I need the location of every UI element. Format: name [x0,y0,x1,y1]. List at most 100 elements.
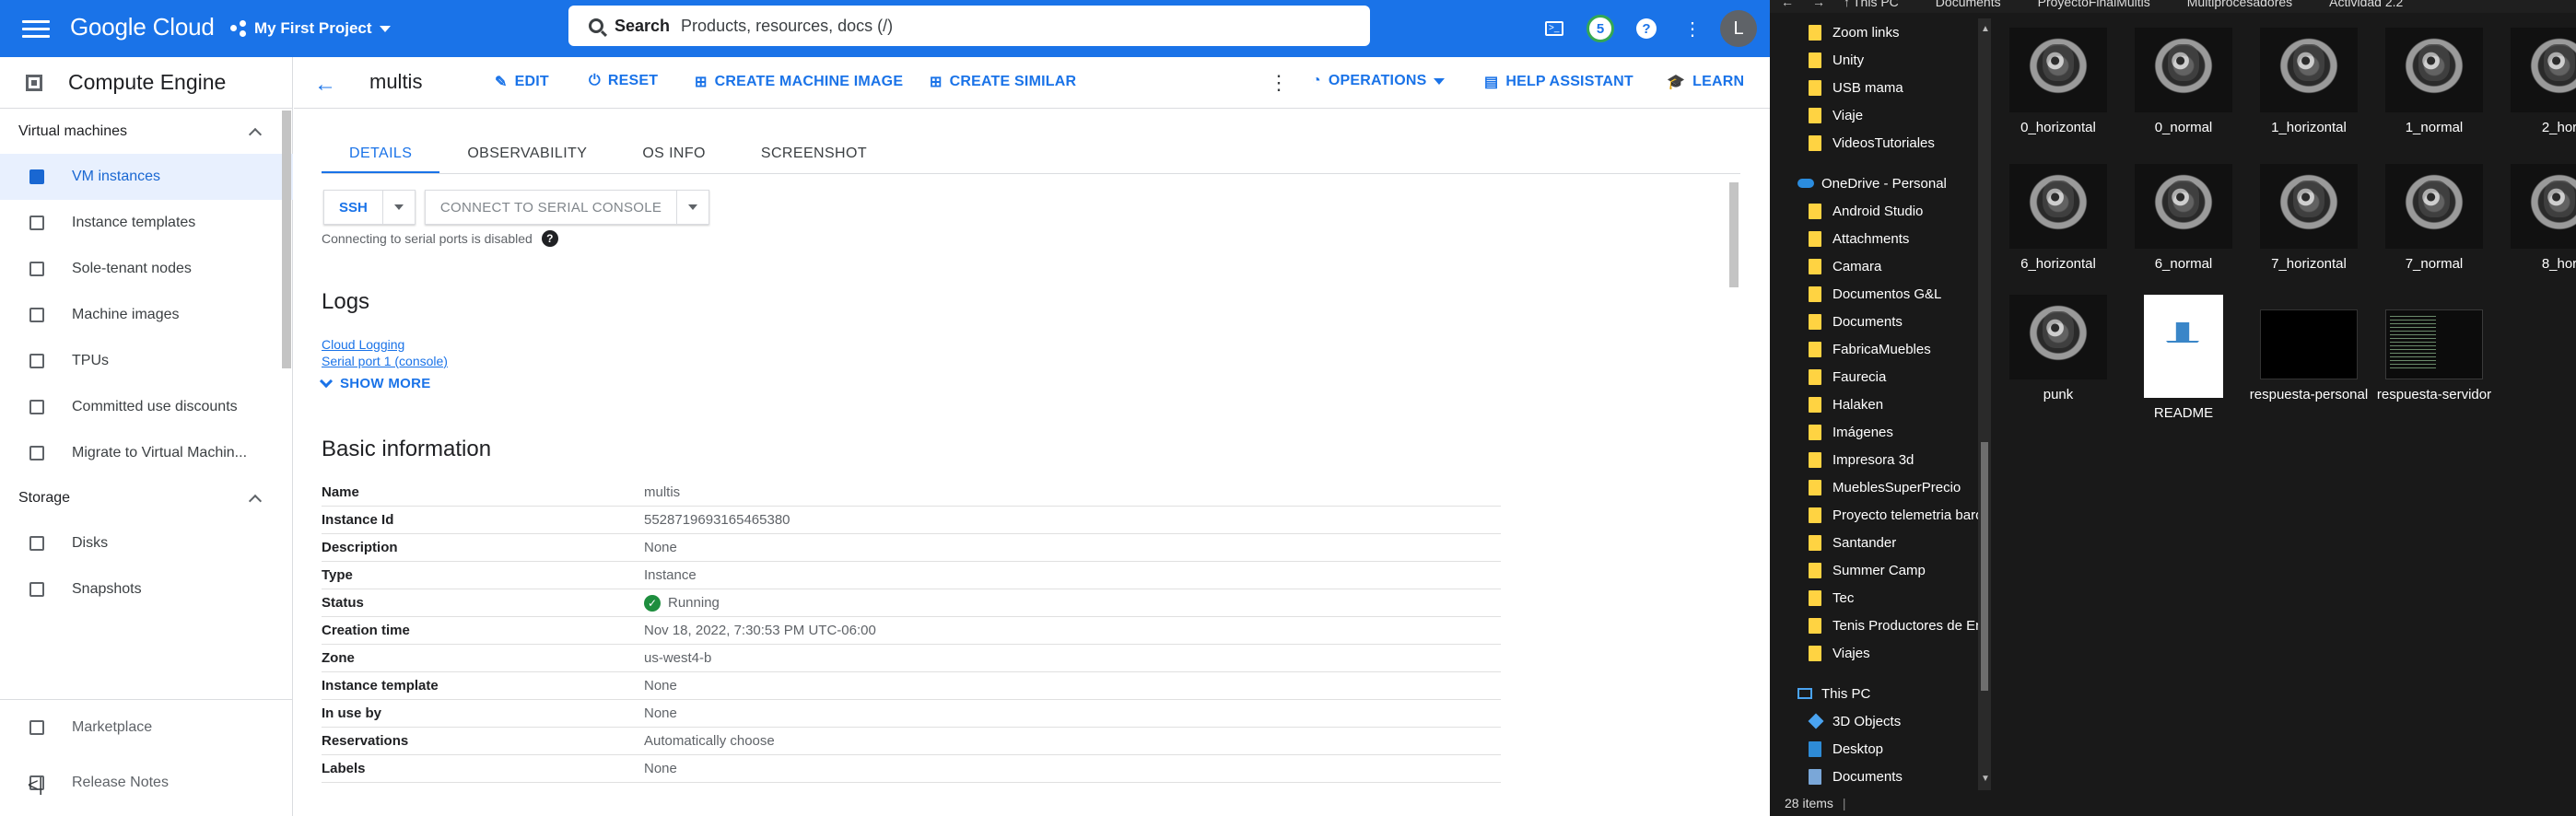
tab-details[interactable]: DETAILS [322,134,440,174]
sidebar-item-instance-templates[interactable]: Instance templates [0,200,293,246]
tab-os-info[interactable]: OS INFO [615,134,733,173]
file-item[interactable]: 1_horizontal [2249,28,2369,136]
nav-item[interactable]: Camara [1770,252,1991,280]
nav-item[interactable]: Documentos G&L [1770,280,1991,308]
sidebar-section-virtual-machines[interactable]: Virtual machines [0,110,293,154]
show-more-button[interactable]: SHOW MORE [319,374,431,391]
file-item[interactable]: 8_hor [2500,164,2576,273]
tab-observability[interactable]: OBSERVABILITY [439,134,615,173]
cloud-logging-link[interactable]: Cloud Logging [322,337,404,352]
help-icon[interactable]: ? [541,230,558,247]
nav-item[interactable]: OneDrive - Personal [1770,169,1991,197]
forward-arrow-icon[interactable]: → [1812,0,1825,9]
breadcrumb-item[interactable]: Documents [1936,0,2001,9]
sidebar-item-machine-images[interactable]: Machine images [0,292,293,338]
sidebar-item-snapshots[interactable]: Snapshots [0,566,293,612]
nav-item[interactable]: Documents [1770,763,1991,790]
nav-item[interactable]: FabricaMuebles [1770,335,1991,363]
serial-console-dropdown[interactable] [677,204,708,210]
collapse-sidebar-icon[interactable]: <| [28,775,43,797]
create-similar-button[interactable]: ⊞ CREATE SIMILAR [930,73,1076,91]
scroll-up-icon[interactable]: ▲ [1981,24,1990,34]
sidebar-item-vm-instances[interactable]: VM instances [0,154,293,200]
file-item[interactable]: respuesta-servidor [2374,295,2494,403]
nav-item[interactable]: This PC [1770,680,1991,707]
sidebar-item-migrate[interactable]: Migrate to Virtual Machin... [0,430,293,476]
file-item[interactable]: 7_horizontal [2249,164,2369,273]
nav-item[interactable]: 3D Objects [1770,707,1991,735]
create-machine-image-button[interactable]: ⊞ CREATE MACHINE IMAGE [695,73,903,91]
help-button[interactable]: ? [1630,12,1663,45]
tab-screenshot[interactable]: SCREENSHOT [733,134,895,173]
nav-item[interactable]: Summer Camp [1770,556,1991,584]
main-scrollbar[interactable] [1729,182,1739,287]
nav-item[interactable]: Viajes [1770,639,1991,667]
reset-button[interactable]: ⏻ RESET [589,73,658,89]
back-arrow-icon[interactable]: ← [1781,0,1794,9]
breadcrumb-item[interactable]: This PC [1853,0,1899,9]
file-item[interactable]: 6_normal [2124,164,2243,273]
operations-button[interactable]: ◔ OPERATIONS [1312,73,1446,89]
file-item[interactable]: 6_horizontal [1998,164,2118,273]
nav-item[interactable]: Zoom links [1770,18,1991,46]
file-item[interactable]: README [2124,295,2243,422]
breadcrumb-item[interactable]: ProyectoFinalMultis [2038,0,2150,9]
nav-item[interactable]: Imágenes [1770,418,1991,446]
nav-item[interactable]: Viaje [1770,101,1991,129]
file-item[interactable]: respuesta-personal [2249,295,2369,403]
search-input[interactable]: Search Products, resources, docs (/) [568,6,1370,46]
cloud-shell-icon[interactable]: >_ [1538,12,1571,45]
ssh-label[interactable]: SSH [324,191,383,224]
file-item[interactable]: punk [1998,295,2118,403]
sidebar-section-storage[interactable]: Storage [0,476,293,520]
nav-item[interactable]: VideosTutoriales [1770,129,1991,157]
up-arrow-icon[interactable]: ↑ [1844,0,1850,9]
nav-item[interactable]: Santander [1770,529,1991,556]
serial-console-label[interactable]: CONNECT TO SERIAL CONSOLE [426,191,678,224]
menu-icon[interactable] [22,16,50,41]
nav-item[interactable]: Proyecto telemetria baro [1770,501,1991,529]
nav-item[interactable]: Attachments [1770,225,1991,252]
sidebar-item-marketplace[interactable]: Marketplace [0,700,293,755]
nav-item[interactable]: USB mama [1770,74,1991,101]
file-item[interactable]: 2_hor [2500,28,2576,136]
file-item[interactable]: 1_normal [2374,28,2494,136]
sidebar-item-disks[interactable]: Disks [0,520,293,566]
ssh-dropdown[interactable] [383,204,415,210]
serial-console-button[interactable]: CONNECT TO SERIAL CONSOLE [424,190,710,225]
serial-port-link[interactable]: Serial port 1 (console) [322,354,448,368]
nav-item[interactable]: Tec [1770,584,1991,612]
breadcrumb-item[interactable]: Actividad 2.2 [2329,0,2403,9]
nav-item[interactable]: Impresora 3d [1770,446,1991,473]
file-item[interactable]: 7_normal [2374,164,2494,273]
sidebar-scrollbar[interactable] [282,111,291,368]
sidebar-item-sole-tenant-nodes[interactable]: Sole-tenant nodes [0,246,293,292]
nav-item[interactable]: Faurecia [1770,363,1991,391]
google-cloud-logo[interactable]: Google Cloud [70,13,215,41]
nav-item[interactable]: MueblesSuperPrecio [1770,473,1991,501]
file-item[interactable]: 0_normal [2124,28,2243,136]
sidebar-item-committed-use-discounts[interactable]: Committed use discounts [0,384,293,430]
breadcrumb-item[interactable]: Multiprocesadores [2187,0,2292,9]
more-vert-icon[interactable]: ⋮ [1676,12,1709,45]
nav-item[interactable]: Desktop [1770,735,1991,763]
file-item[interactable]: 0_horizontal [1998,28,2118,136]
nav-item[interactable]: Unity [1770,46,1991,74]
scroll-thumb[interactable] [1981,442,1988,691]
scroll-down-icon[interactable]: ▼ [1981,774,1990,784]
project-picker[interactable]: My First Project [230,15,391,42]
back-arrow-icon[interactable]: ← [314,72,336,98]
nav-item[interactable]: Android Studio [1770,197,1991,225]
address-bar[interactable]: ← → ↑ This PC Documents ProyectoFinalMulti… [1770,0,2576,13]
nav-scrollbar[interactable]: ▲ ▼ [1978,18,1991,790]
edit-button[interactable]: ✎ EDIT [495,73,549,91]
notifications-button[interactable]: 5 [1584,12,1617,45]
sidebar-item-release-notes[interactable]: Release Notes [0,755,293,810]
more-vert-icon[interactable]: ⋮ [1269,71,1289,95]
help-assistant-button[interactable]: ▤ HELP ASSISTANT [1484,73,1633,91]
sidebar-item-tpus[interactable]: TPUs [0,338,293,384]
learn-button[interactable]: 🎓 LEARN [1667,73,1744,91]
ssh-button[interactable]: SSH [323,190,416,225]
nav-item[interactable]: Documents [1770,308,1991,335]
avatar[interactable]: L [1720,10,1757,47]
